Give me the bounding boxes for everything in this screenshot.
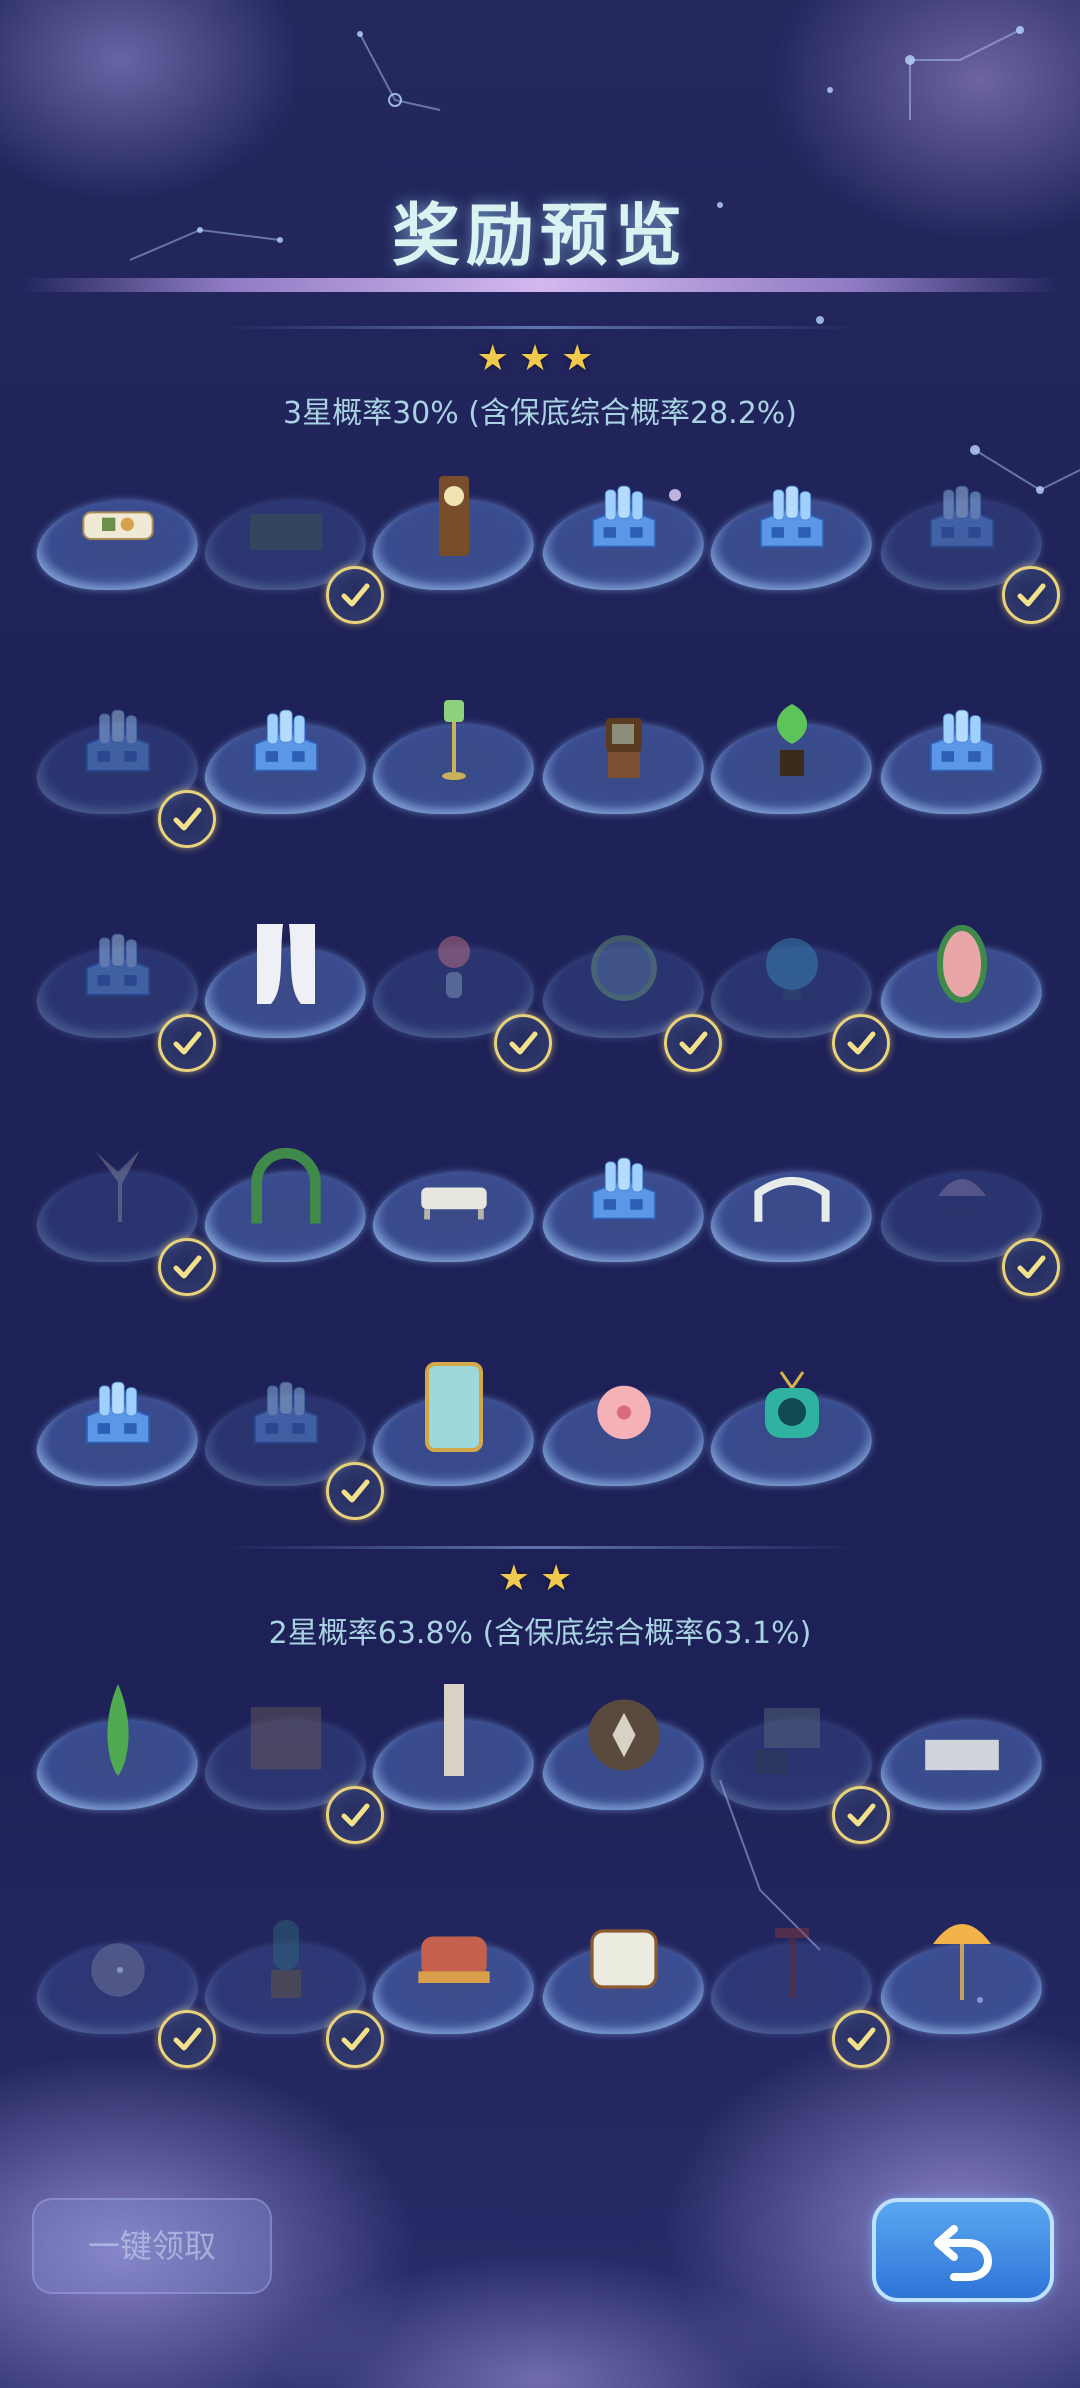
tier-3-probability: 3星概率30% (含保底综合概率28.2%) bbox=[282, 396, 797, 431]
sofa-icon bbox=[78, 470, 158, 560]
wardrobe-icon bbox=[414, 1362, 494, 1456]
reward-item[interactable] bbox=[366, 470, 542, 600]
globe-icon bbox=[752, 918, 832, 1008]
tier-3-stars: ★★★ bbox=[476, 338, 604, 379]
stone-medallion-icon bbox=[584, 1690, 664, 1780]
reward-item[interactable] bbox=[30, 1142, 216, 1296]
reward-item[interactable] bbox=[704, 1690, 890, 1844]
title-banner bbox=[20, 278, 1060, 292]
blueprint-box-icon bbox=[78, 694, 158, 784]
garden-bench-icon bbox=[414, 1142, 494, 1232]
reward-item[interactable] bbox=[198, 1690, 384, 1844]
reward-item[interactable] bbox=[704, 1366, 880, 1496]
lamp-post-icon bbox=[414, 694, 494, 784]
wall-panel-icon bbox=[414, 1684, 494, 1780]
reward-item[interactable] bbox=[704, 694, 880, 824]
back-button[interactable] bbox=[872, 2198, 1054, 2302]
reward-item[interactable] bbox=[704, 470, 880, 600]
wall-tile-icon bbox=[922, 1690, 1002, 1780]
ottoman-icon bbox=[414, 1914, 494, 2004]
reward-item[interactable] bbox=[874, 1142, 1060, 1296]
armchair-icon bbox=[584, 1914, 664, 2004]
gazebo-icon bbox=[922, 1142, 1002, 1232]
reward-item[interactable] bbox=[30, 1914, 216, 2068]
reward-item[interactable] bbox=[704, 1142, 880, 1272]
reward-item[interactable] bbox=[874, 1914, 1050, 2044]
picture-frame-icon bbox=[752, 1690, 832, 1780]
reward-item[interactable] bbox=[874, 694, 1050, 824]
reward-item[interactable] bbox=[366, 1142, 542, 1272]
side-table-icon bbox=[752, 1914, 832, 2004]
reward-item[interactable] bbox=[366, 1362, 542, 1496]
reward-item[interactable] bbox=[874, 1690, 1050, 1820]
garden-gate-icon bbox=[752, 1142, 832, 1232]
reward-item[interactable] bbox=[198, 1142, 374, 1272]
reward-item[interactable] bbox=[366, 1684, 542, 1820]
reward-item[interactable] bbox=[536, 470, 712, 600]
reward-item[interactable] bbox=[30, 694, 216, 848]
blueprint-box-icon bbox=[78, 1366, 158, 1456]
reward-item[interactable] bbox=[536, 1690, 712, 1820]
blueprint-box-icon bbox=[922, 470, 1002, 560]
flower-rug-icon bbox=[78, 1914, 158, 2004]
potted-plant-icon bbox=[752, 694, 832, 784]
reward-item[interactable] bbox=[198, 470, 384, 624]
blueprint-box-icon bbox=[752, 470, 832, 560]
grandfather-clock-icon bbox=[414, 470, 494, 560]
reward-item[interactable] bbox=[30, 470, 206, 600]
reward-item[interactable] bbox=[30, 918, 216, 1072]
chair-icon bbox=[246, 1914, 326, 2004]
reward-list[interactable]: ★★★ 3星概率30% (含保底综合概率28.2%) ★★ 2星概率63.8% … bbox=[0, 300, 1080, 2070]
reward-item[interactable] bbox=[874, 470, 1060, 624]
reward-item[interactable] bbox=[366, 1914, 542, 2044]
sakura-flower-icon bbox=[584, 1366, 664, 1456]
claimed-check-icon bbox=[1002, 1238, 1060, 1296]
wooden-fence-icon bbox=[246, 1690, 326, 1780]
reward-item[interactable] bbox=[536, 1366, 712, 1496]
flower-egg-icon bbox=[922, 918, 1002, 1008]
tier-divider bbox=[220, 1546, 860, 1549]
reward-item[interactable] bbox=[198, 1914, 384, 2068]
reward-item[interactable] bbox=[366, 694, 542, 824]
back-arrow-icon bbox=[934, 2225, 993, 2281]
reward-item[interactable] bbox=[536, 1914, 712, 2044]
blueprint-box-icon bbox=[246, 1366, 326, 1456]
reward-item[interactable] bbox=[366, 918, 552, 1072]
tier-divider bbox=[220, 326, 860, 329]
flower-vase-icon bbox=[414, 918, 494, 1008]
blueprint-box-icon bbox=[922, 694, 1002, 784]
reward-item[interactable] bbox=[874, 918, 1050, 1048]
page-title: 奖励预览 bbox=[391, 196, 688, 276]
vintage-tv-icon bbox=[584, 694, 664, 784]
reward-item[interactable] bbox=[30, 1684, 206, 1820]
reward-item[interactable] bbox=[198, 1366, 384, 1520]
bird-statue-icon bbox=[78, 1142, 158, 1232]
claimed-check-icon bbox=[1002, 566, 1060, 624]
curtain-icon bbox=[246, 918, 326, 1008]
reward-item[interactable] bbox=[198, 918, 374, 1048]
reward-item[interactable] bbox=[536, 694, 712, 824]
reward-item[interactable] bbox=[704, 1914, 890, 2068]
vine-arch-icon bbox=[246, 1142, 326, 1232]
reward-item[interactable] bbox=[536, 918, 722, 1072]
parasol-icon bbox=[922, 1914, 1002, 2004]
reward-item[interactable] bbox=[30, 1366, 206, 1496]
tier-2-stars: ★★ bbox=[497, 1558, 583, 1599]
floral-wreath-icon bbox=[584, 918, 664, 1008]
reward-item[interactable] bbox=[536, 1142, 712, 1272]
cypress-tree-icon bbox=[78, 1684, 158, 1780]
retro-tv-icon bbox=[752, 1366, 832, 1456]
blueprint-box-icon bbox=[246, 694, 326, 784]
claim-all-button[interactable]: 一键领取 bbox=[32, 2198, 272, 2294]
blueprint-box-icon bbox=[584, 1142, 664, 1232]
blueprint-box-icon bbox=[78, 918, 158, 1008]
rug-icon bbox=[246, 470, 326, 560]
blueprint-box-icon bbox=[584, 470, 664, 560]
reward-item[interactable] bbox=[198, 694, 374, 824]
reward-item[interactable] bbox=[704, 918, 890, 1072]
tier-2-probability: 2星概率63.8% (含保底综合概率63.1%) bbox=[268, 1616, 812, 1651]
